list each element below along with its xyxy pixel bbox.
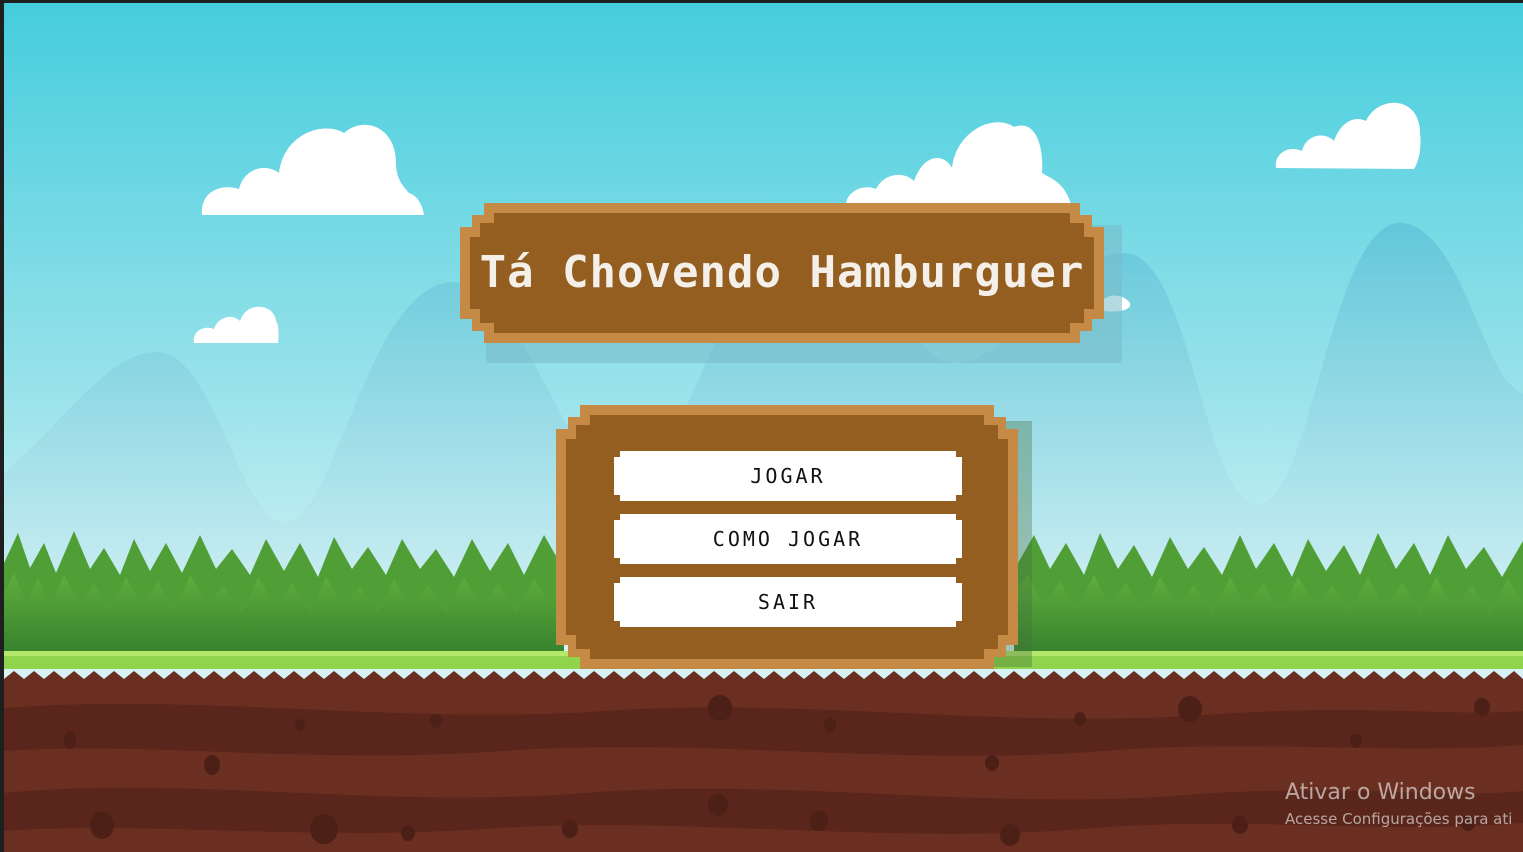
title-sign: Tá Chovendo Hamburguer (460, 203, 1104, 343)
exit-button-label: SAIR (757, 590, 819, 614)
watermark-title: Ativar o Windows (1285, 780, 1476, 805)
exit-button[interactable]: SAIR (614, 577, 962, 627)
windows-activation-watermark: Ativar o Windows Acesse Configurações pa… (1285, 778, 1523, 830)
main-menu-panel: JOGAR COMO JOGAR SAIR (556, 405, 1018, 669)
game-title: Tá Chovendo Hamburguer (479, 247, 1085, 298)
play-button-label: JOGAR (750, 464, 826, 488)
play-button[interactable]: JOGAR (614, 451, 962, 501)
game-window: Tá Chovendo Hamburguer JOGAR COMO JOGAR … (0, 0, 1523, 852)
watermark-subtitle: Acesse Configurações para ati (1285, 810, 1513, 828)
how-to-play-button-label: COMO JOGAR (712, 527, 864, 551)
how-to-play-button[interactable]: COMO JOGAR (614, 514, 962, 564)
